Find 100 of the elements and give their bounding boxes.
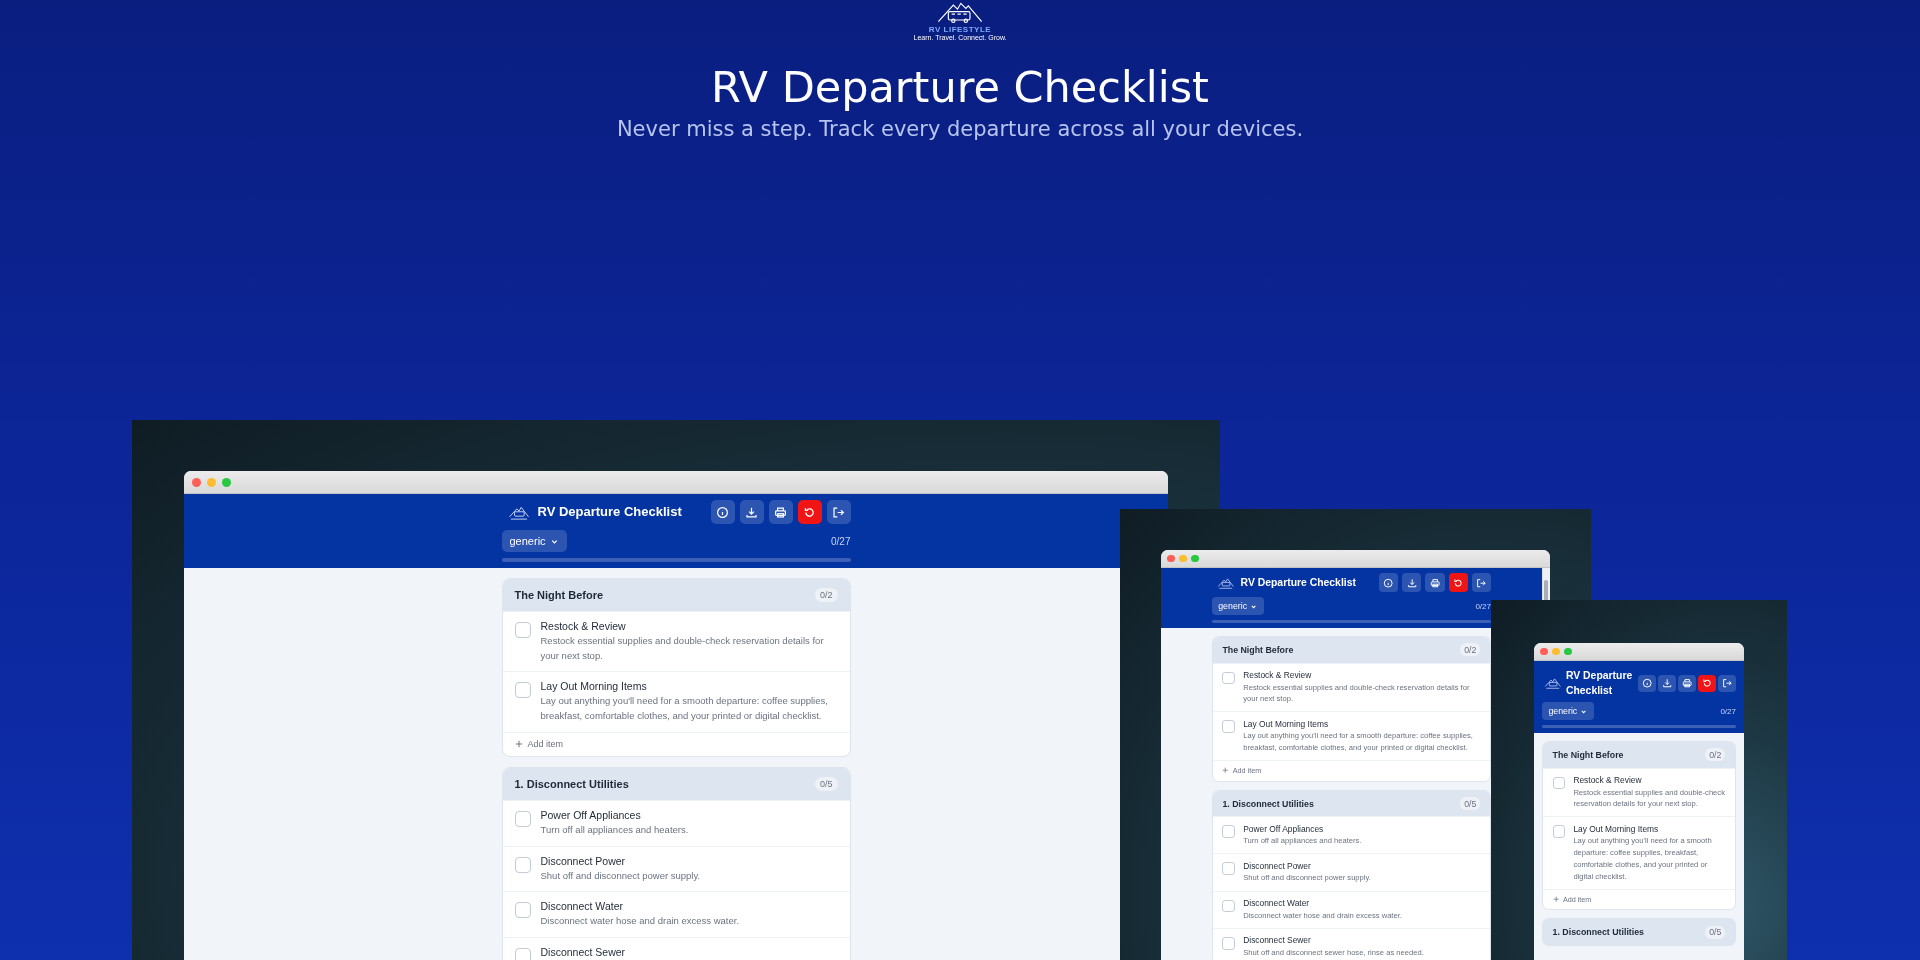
logout-button[interactable] (1718, 674, 1736, 693)
item-description: Restock essential supplies and double-check reservation details for your next stop. (540, 634, 825, 663)
info-button[interactable] (1638, 674, 1657, 693)
checkbox[interactable] (514, 948, 531, 960)
brand-name: RV LIFESTYLE (928, 25, 992, 34)
info-button[interactable] (710, 500, 735, 524)
zoom-dot[interactable] (222, 477, 231, 487)
checkbox[interactable] (514, 810, 531, 827)
item-title: Restock & Review (1243, 669, 1313, 680)
section-header[interactable]: The Night Before 0/2 (1543, 741, 1735, 768)
section-header[interactable]: 1. Disconnect Utilities 0/5 (1212, 790, 1490, 817)
section-header[interactable]: The Night Before 0/2 (1212, 636, 1490, 663)
item-title: Disconnect Water (1243, 898, 1311, 908)
app-title: RV Departure Checklist (1240, 575, 1356, 590)
plus-icon (1552, 896, 1559, 903)
section-title: 1. Disconnect Utilities (1552, 927, 1644, 938)
printer-icon (1682, 678, 1693, 689)
item-title: Restock & Review (540, 620, 627, 632)
item-description: Disconnect water hose and drain excess water. (540, 914, 740, 929)
printer-icon (1429, 577, 1441, 588)
checkbox[interactable] (1222, 671, 1236, 685)
minimize-dot[interactable] (1552, 648, 1560, 656)
count-badge: 0/2 (1460, 643, 1481, 657)
count-badge: 0/2 (815, 588, 838, 602)
reset-button[interactable] (797, 500, 822, 524)
reset-button[interactable] (1448, 573, 1468, 593)
logout-icon (1476, 577, 1487, 588)
checkbox[interactable] (1552, 776, 1566, 790)
download-icon (745, 505, 758, 519)
template-dropdown[interactable]: generic (1211, 597, 1264, 616)
info-button[interactable] (1379, 573, 1399, 593)
checkbox[interactable] (1222, 899, 1236, 913)
checkbox[interactable] (1222, 720, 1236, 734)
checkbox[interactable] (1222, 862, 1236, 876)
count-badge: 0/5 (1460, 796, 1481, 811)
zoom-dot[interactable] (1564, 648, 1572, 656)
template-dropdown[interactable]: generic (1542, 702, 1594, 721)
checkbox[interactable] (514, 682, 531, 699)
logout-button[interactable] (1471, 573, 1491, 593)
section-title: The Night Before (1552, 749, 1624, 760)
item-description: Turn off all appliances and heaters. (540, 822, 689, 837)
item-title: Lay Out Morning Items (1573, 823, 1660, 834)
checkbox[interactable] (514, 856, 531, 873)
minimize-dot[interactable] (207, 477, 216, 487)
section-header[interactable]: 1. Disconnect Utilities 0/5 (502, 767, 850, 800)
page-subtitle: Never miss a step. Track every departure across all your devices. (616, 117, 1304, 142)
progress-count: 0/27 (831, 535, 851, 547)
item-title: Disconnect Water (540, 900, 624, 913)
progress-count: 0/27 (1720, 706, 1736, 716)
page-title: RV Departure Checklist (711, 64, 1209, 112)
download-icon (1662, 678, 1673, 689)
logout-icon (1722, 678, 1733, 689)
close-dot[interactable] (1540, 648, 1548, 656)
template-dropdown[interactable]: generic (501, 530, 567, 552)
section-title: The Night Before (1222, 644, 1294, 655)
add-item-button[interactable]: Add item (502, 731, 850, 756)
plus-icon (1222, 767, 1229, 774)
zoom-dot[interactable] (1191, 555, 1199, 563)
info-icon (1642, 678, 1653, 689)
printer-icon (774, 505, 787, 519)
logout-button[interactable] (826, 500, 851, 524)
reset-icon (1453, 577, 1464, 588)
checkbox[interactable] (1552, 825, 1566, 839)
close-dot[interactable] (192, 477, 201, 487)
checkbox[interactable] (1222, 825, 1236, 839)
info-icon (1383, 577, 1394, 588)
reset-icon (803, 505, 816, 519)
reset-button[interactable] (1698, 674, 1716, 693)
minimize-dot[interactable] (1179, 555, 1187, 563)
logo-icon (1543, 677, 1562, 690)
section-title: 1. Disconnect Utilities (514, 777, 629, 790)
print-button[interactable] (1425, 573, 1445, 593)
add-item-button[interactable]: Add item (1212, 760, 1490, 781)
print-button[interactable] (1678, 674, 1697, 693)
item-title: Restock & Review (1573, 774, 1643, 785)
count-badge: 0/5 (815, 776, 838, 791)
progress-count: 0/27 (1475, 601, 1491, 611)
section-header[interactable]: 1. Disconnect Utilities 0/5 (1543, 919, 1735, 945)
print-button[interactable] (768, 500, 793, 524)
close-dot[interactable] (1167, 555, 1175, 563)
item-title: Disconnect Power (1243, 860, 1312, 871)
checkbox[interactable] (514, 622, 531, 638)
add-item-button[interactable]: Add item (1543, 888, 1735, 910)
checkbox[interactable] (514, 902, 531, 919)
download-icon (1406, 577, 1418, 588)
item-title: Power Off Appliances (1243, 823, 1325, 834)
download-button[interactable] (1402, 573, 1422, 593)
checkbox[interactable] (1222, 936, 1236, 950)
download-button[interactable] (739, 500, 764, 524)
section-title: 1. Disconnect Utilities (1222, 798, 1314, 809)
count-badge: 0/2 (1705, 748, 1726, 762)
logout-icon (832, 505, 845, 519)
item-title: Disconnect Sewer (540, 946, 626, 959)
reset-icon (1702, 678, 1713, 689)
item-title: Lay Out Morning Items (1243, 718, 1330, 729)
item-title: Lay Out Morning Items (540, 680, 648, 693)
item-description: Lay out anything you'll need for a smooth departure: coffee supplies, breakfast, comfortable clothes, and your printed or digital checklist. (540, 694, 829, 724)
download-button[interactable] (1658, 674, 1677, 693)
section-header[interactable]: The Night Before 0/2 (502, 579, 850, 611)
item-title: Power Off Appliances (540, 808, 642, 821)
